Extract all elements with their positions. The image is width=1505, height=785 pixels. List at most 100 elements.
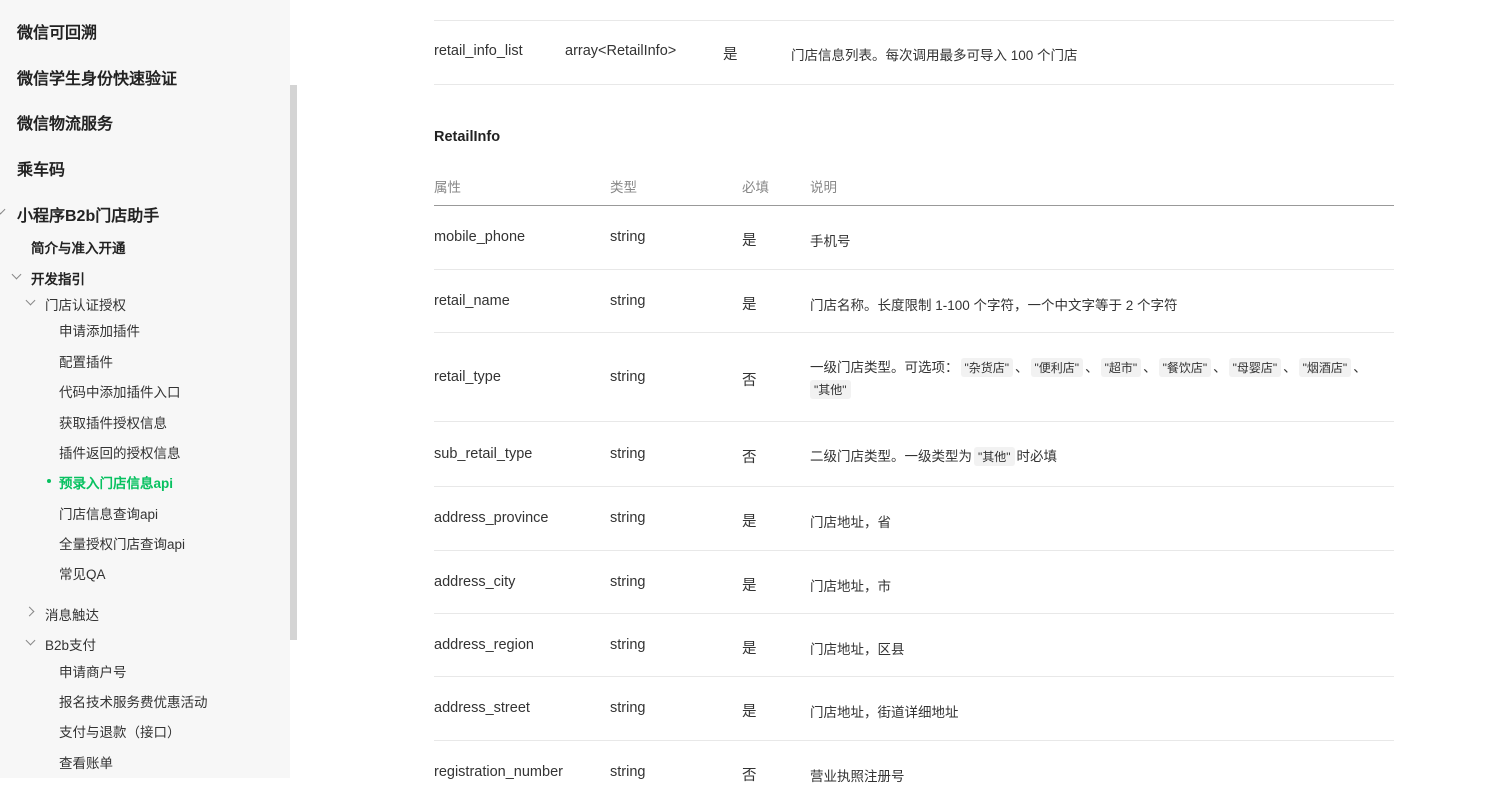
param-desc: 手机号 [810, 234, 851, 249]
param-name: address_street [434, 700, 530, 716]
param-required: 是 [742, 641, 757, 657]
param-name: address_province [434, 510, 549, 526]
param-required: 否 [742, 768, 757, 784]
sidebar-item-dev-guide[interactable]: 开发指引 [31, 268, 85, 288]
desc-prefix: 一级门店类型。可选项： [810, 360, 959, 375]
param-desc: 一级门店类型。可选项： "杂货店"、 "便利店"、 "超市"、 "餐饮店"、 "母婴店"、… [810, 356, 1367, 377]
param-name: retail_info_list [434, 43, 523, 59]
param-name: address_city [434, 574, 516, 590]
divider [434, 550, 1394, 551]
sidebar-item-store-query-api[interactable]: 门店信息查询api [59, 503, 158, 523]
option-code: "餐饮店" [1158, 358, 1212, 377]
param-desc: 门店信息列表。每次调用最多可导入 100 个门店 [791, 48, 1078, 63]
divider [434, 676, 1394, 677]
param-desc: 门店名称。长度限制 1-100 个字符，一个中文字等于 2 个字符 [810, 298, 1178, 313]
sidebar-item-all-auth-query-api[interactable]: 全量授权门店查询api [59, 533, 185, 553]
desc-suffix: 时必填 [1016, 449, 1058, 464]
separator: 、 [1283, 360, 1297, 375]
param-name: retail_type [434, 369, 501, 385]
sidebar-item-fee-discount[interactable]: 报名技术服务费优惠活动 [59, 691, 208, 711]
chevron-down-icon[interactable] [0, 204, 6, 215]
sidebar-item-store-auth[interactable]: 门店认证授权 [45, 294, 126, 314]
sidebar-item-ride-code[interactable]: 乘车码 [17, 156, 65, 180]
sidebar-item-bill[interactable]: 查看账单 [59, 752, 113, 772]
param-type: string [610, 446, 646, 462]
option-code: "超市" [1100, 358, 1142, 377]
param-desc: 营业执照注册号 [810, 769, 905, 784]
param-name: mobile_phone [434, 229, 526, 245]
param-desc: 门店地址，街道详细地址 [810, 705, 959, 720]
chevron-down-icon[interactable] [25, 635, 36, 646]
param-type: string [610, 293, 646, 309]
sidebar-item-intro[interactable]: 简介与准入开通 [31, 237, 126, 257]
param-required: 是 [742, 578, 757, 594]
param-required: 否 [742, 450, 757, 466]
sidebar-item-b2b-pay[interactable]: B2b支付 [45, 634, 96, 654]
option-code: "其他" [974, 447, 1015, 466]
option-code: "其他" [810, 380, 851, 399]
divider [434, 84, 1394, 85]
option-code: "杂货店" [960, 358, 1014, 377]
param-required: 是 [742, 233, 757, 249]
param-required: 是 [742, 704, 757, 720]
header-desc: 说明 [810, 180, 837, 195]
divider [434, 20, 1394, 21]
param-desc: 门店地址，省 [810, 515, 891, 530]
sidebar-item-student-verify[interactable]: 微信学生身份快速验证 [17, 65, 177, 89]
chevron-down-icon[interactable] [25, 295, 36, 306]
header-required: 必填 [742, 180, 769, 195]
param-name: retail_name [434, 293, 510, 309]
doc-content: retail_info_list array<RetailInfo> 是 门店信… [434, 0, 1394, 784]
separator: 、 [1015, 360, 1029, 375]
sidebar-item-plugin-entry[interactable]: 代码中添加插件入口 [59, 381, 181, 401]
sidebar-item-logistics[interactable]: 微信物流服务 [17, 110, 113, 134]
header-attr: 属性 [434, 180, 461, 195]
separator: 、 [1213, 360, 1227, 375]
param-desc-line2: "其他" [810, 380, 853, 399]
desc-prefix: 二级门店类型。一级类型为 [810, 449, 972, 464]
param-type: string [610, 510, 646, 526]
header-divider [434, 205, 1394, 206]
separator: 、 [1085, 360, 1099, 375]
sidebar-item-get-auth-info[interactable]: 获取插件授权信息 [59, 412, 167, 432]
separator: 、 [1143, 360, 1157, 375]
param-type: string [610, 229, 646, 245]
param-desc: 门店地址，市 [810, 579, 891, 594]
param-type: array<RetailInfo> [565, 43, 677, 59]
sidebar-item-b2b-assistant[interactable]: 小程序B2b门店助手 [17, 202, 159, 226]
header-type: 类型 [610, 180, 637, 195]
divider [434, 332, 1394, 333]
sidebar-item-config-plugin[interactable]: 配置插件 [59, 351, 113, 371]
section-title: RetailInfo [434, 129, 501, 145]
param-name: sub_retail_type [434, 446, 533, 462]
sidebar-item-auth-info-returned[interactable]: 插件返回的授权信息 [59, 442, 181, 462]
param-required: 是 [742, 514, 757, 530]
sidebar-item-apply-plugin[interactable]: 申请添加插件 [59, 320, 140, 340]
param-required: 是 [723, 47, 738, 63]
param-type: string [610, 700, 646, 716]
param-required: 是 [742, 297, 757, 313]
sidebar-item-message[interactable]: 消息触达 [45, 604, 99, 624]
chevron-right-icon[interactable] [24, 606, 35, 617]
separator: 、 [1353, 360, 1367, 375]
sidebar-scrollbar[interactable] [290, 85, 297, 640]
divider [434, 421, 1394, 422]
sidebar-item-pay-refund[interactable]: 支付与退款（接口） [59, 721, 181, 741]
param-desc: 二级门店类型。一级类型为 "其他" 时必填 [810, 445, 1057, 466]
param-required: 否 [742, 373, 757, 389]
option-code: "烟酒店" [1298, 358, 1352, 377]
sidebar-item-wechat-traceback[interactable]: 微信可回溯 [17, 19, 97, 43]
divider [434, 613, 1394, 614]
param-desc: 门店地址，区县 [810, 642, 905, 657]
param-name: address_region [434, 637, 534, 653]
param-type: string [610, 369, 646, 385]
param-type: string [610, 574, 646, 590]
divider [434, 740, 1394, 741]
sidebar-item-faq[interactable]: 常见QA [59, 563, 106, 583]
option-code: "便利店" [1030, 358, 1084, 377]
chevron-down-icon[interactable] [11, 269, 22, 280]
sidebar-item-pre-entry-api[interactable]: 预录入门店信息api [59, 472, 173, 492]
sidebar-item-apply-merchant[interactable]: 申请商户号 [59, 661, 127, 681]
option-code: "母婴店" [1228, 358, 1282, 377]
sidebar-nav: 微信可回溯 微信学生身份快速验证 微信物流服务 乘车码 小程序B2b门店助手 简… [0, 0, 290, 778]
